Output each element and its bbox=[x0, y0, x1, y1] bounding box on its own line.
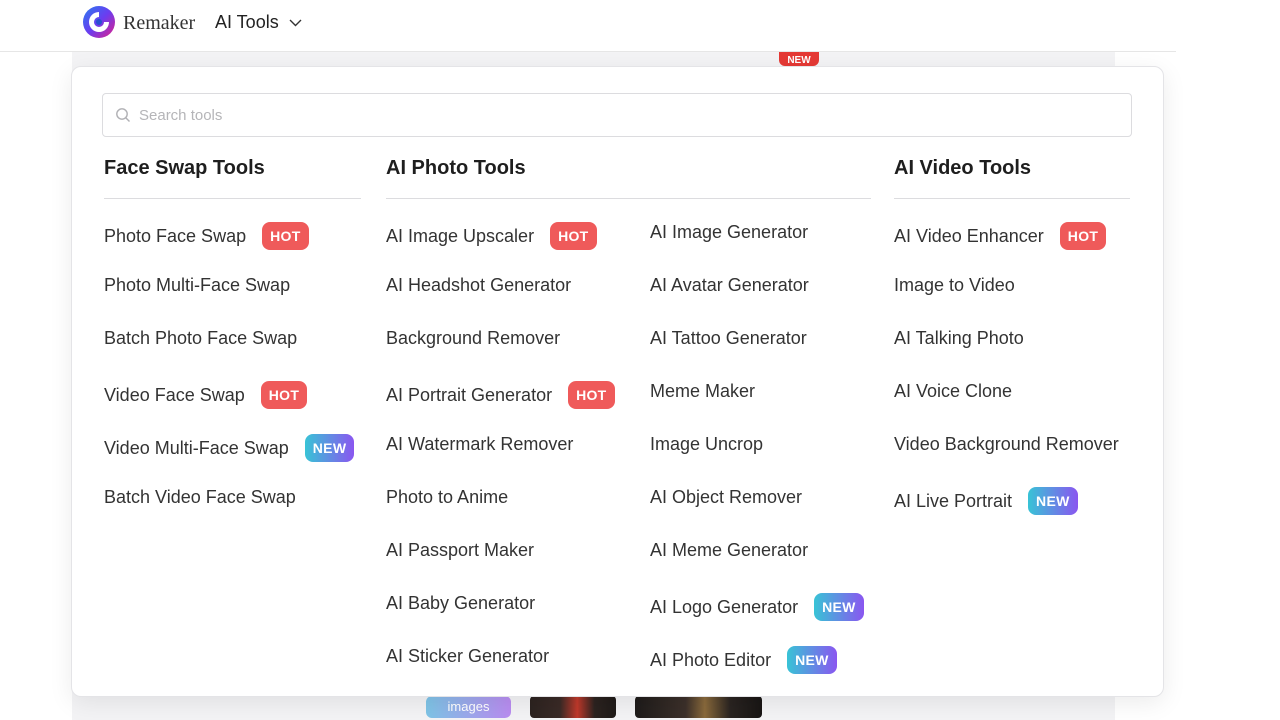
tool-label: Image Uncrop bbox=[650, 434, 764, 454]
search-box[interactable] bbox=[102, 93, 1132, 137]
tool-label: Video Face Swap bbox=[104, 384, 245, 405]
section-divider bbox=[894, 198, 1130, 199]
tool-image-to-video[interactable]: Image to Video bbox=[894, 275, 1015, 296]
tool-ai-headshot-generator[interactable]: AI Headshot Generator bbox=[386, 275, 571, 296]
tool-label: AI Meme Generator bbox=[650, 540, 809, 560]
tool-label: AI Voice Clone bbox=[894, 381, 1013, 401]
tool-ai-talking-photo[interactable]: AI Talking Photo bbox=[894, 328, 1024, 349]
tool-label: Video Multi-Face Swap bbox=[104, 437, 289, 458]
tool-label: AI Watermark Remover bbox=[386, 434, 574, 454]
tool-label: Batch Video Face Swap bbox=[104, 487, 296, 507]
brand-name[interactable]: Remaker bbox=[123, 12, 195, 35]
tool-ai-video-enhancer[interactable]: AI Video Enhancer HOT bbox=[894, 222, 1107, 250]
tool-photo-face-swap[interactable]: Photo Face Swap HOT bbox=[104, 222, 309, 250]
background-images-button[interactable]: images bbox=[426, 696, 511, 718]
new-badge: NEW bbox=[304, 434, 355, 462]
tool-label: AI Baby Generator bbox=[386, 593, 536, 613]
hot-badge: HOT bbox=[260, 381, 308, 409]
tool-batch-video-face-swap[interactable]: Batch Video Face Swap bbox=[104, 487, 296, 508]
hot-badge: HOT bbox=[568, 381, 615, 409]
tool-photo-multi-face-swap[interactable]: Photo Multi-Face Swap bbox=[104, 275, 290, 296]
background-thumbnail[interactable] bbox=[635, 696, 762, 718]
section-divider bbox=[386, 198, 871, 199]
tool-ai-portrait-generator[interactable]: AI Portrait Generator HOT bbox=[386, 381, 615, 409]
hot-badge: HOT bbox=[1059, 222, 1107, 250]
tool-ai-photo-editor[interactable]: AI Photo Editor NEW bbox=[650, 646, 837, 674]
ai-tools-dropdown: Face Swap Tools AI Photo Tools AI Video … bbox=[71, 66, 1164, 697]
tool-background-remover[interactable]: Background Remover bbox=[386, 328, 560, 349]
tool-label: Image to Video bbox=[894, 275, 1015, 295]
tool-ai-passport-maker[interactable]: AI Passport Maker bbox=[386, 540, 534, 561]
tool-label: Photo to Anime bbox=[386, 487, 509, 507]
tool-ai-live-portrait[interactable]: AI Live Portrait NEW bbox=[894, 487, 1078, 515]
top-navigation-bar: Remaker AI Tools bbox=[0, 0, 1176, 52]
tool-video-background-remover[interactable]: Video Background Remover bbox=[894, 434, 1119, 455]
tool-photo-to-anime[interactable]: Photo to Anime bbox=[386, 487, 508, 508]
tool-label: AI Video Enhancer bbox=[894, 225, 1044, 246]
section-divider bbox=[104, 198, 361, 199]
tool-image-uncrop[interactable]: Image Uncrop bbox=[650, 434, 763, 455]
tool-ai-image-upscaler[interactable]: AI Image Upscaler HOT bbox=[386, 222, 597, 250]
ai-video-tools-heading: AI Video Tools bbox=[894, 157, 1032, 179]
tool-ai-tattoo-generator[interactable]: AI Tattoo Generator bbox=[650, 328, 807, 349]
tool-label: Background Remover bbox=[386, 328, 561, 348]
ai-tools-menu[interactable]: AI Tools bbox=[215, 12, 302, 33]
tool-ai-voice-clone[interactable]: AI Voice Clone bbox=[894, 381, 1012, 402]
tool-ai-sticker-generator[interactable]: AI Sticker Generator bbox=[386, 646, 549, 667]
tool-label: AI Talking Photo bbox=[894, 328, 1024, 348]
tool-label: AI Tattoo Generator bbox=[650, 328, 807, 348]
tool-label: Photo Face Swap bbox=[104, 225, 247, 246]
tool-label: AI Portrait Generator bbox=[386, 384, 553, 405]
tool-label: Photo Multi-Face Swap bbox=[104, 275, 291, 295]
background-new-badge: NEW bbox=[779, 52, 819, 66]
face-swap-tools-heading: Face Swap Tools bbox=[104, 157, 265, 179]
tool-ai-object-remover[interactable]: AI Object Remover bbox=[650, 487, 802, 508]
tool-batch-photo-face-swap[interactable]: Batch Photo Face Swap bbox=[104, 328, 297, 349]
tool-label: AI Object Remover bbox=[650, 487, 803, 507]
tool-video-face-swap[interactable]: Video Face Swap HOT bbox=[104, 381, 308, 409]
tool-label: AI Avatar Generator bbox=[650, 275, 809, 295]
hot-badge: HOT bbox=[550, 222, 597, 250]
tool-label: Meme Maker bbox=[650, 381, 756, 401]
tool-label: AI Photo Editor bbox=[650, 649, 772, 670]
search-input[interactable] bbox=[139, 106, 1105, 124]
tool-ai-logo-generator[interactable]: AI Logo Generator NEW bbox=[650, 593, 864, 621]
hot-badge: HOT bbox=[262, 222, 309, 250]
tool-label: AI Image Generator bbox=[650, 222, 809, 242]
tool-label: Batch Photo Face Swap bbox=[104, 328, 298, 348]
tool-label: Video Background Remover bbox=[894, 434, 1119, 454]
tool-meme-maker[interactable]: Meme Maker bbox=[650, 381, 755, 402]
tool-label: AI Headshot Generator bbox=[386, 275, 572, 295]
tool-label: AI Sticker Generator bbox=[386, 646, 550, 666]
search-icon bbox=[116, 108, 130, 122]
tool-ai-avatar-generator[interactable]: AI Avatar Generator bbox=[650, 275, 809, 296]
new-badge: NEW bbox=[814, 593, 864, 621]
tool-label: AI Live Portrait bbox=[894, 490, 1013, 511]
tool-label: AI Logo Generator bbox=[650, 596, 799, 617]
tool-ai-watermark-remover[interactable]: AI Watermark Remover bbox=[386, 434, 573, 455]
remaker-logo-icon[interactable] bbox=[82, 5, 116, 39]
chevron-down-icon bbox=[289, 19, 302, 26]
tool-ai-meme-generator[interactable]: AI Meme Generator bbox=[650, 540, 808, 561]
new-badge: NEW bbox=[1028, 487, 1078, 515]
tool-video-multi-face-swap[interactable]: Video Multi-Face Swap NEW bbox=[104, 434, 355, 462]
ai-photo-tools-heading: AI Photo Tools bbox=[386, 157, 526, 179]
tool-ai-baby-generator[interactable]: AI Baby Generator bbox=[386, 593, 535, 614]
tool-label: AI Passport Maker bbox=[386, 540, 535, 560]
tool-ai-image-generator[interactable]: AI Image Generator bbox=[650, 222, 808, 243]
background-thumbnail[interactable] bbox=[530, 696, 616, 718]
ai-tools-menu-label: AI Tools bbox=[215, 12, 279, 32]
new-badge: NEW bbox=[787, 646, 837, 674]
tool-label: AI Image Upscaler bbox=[386, 225, 535, 246]
